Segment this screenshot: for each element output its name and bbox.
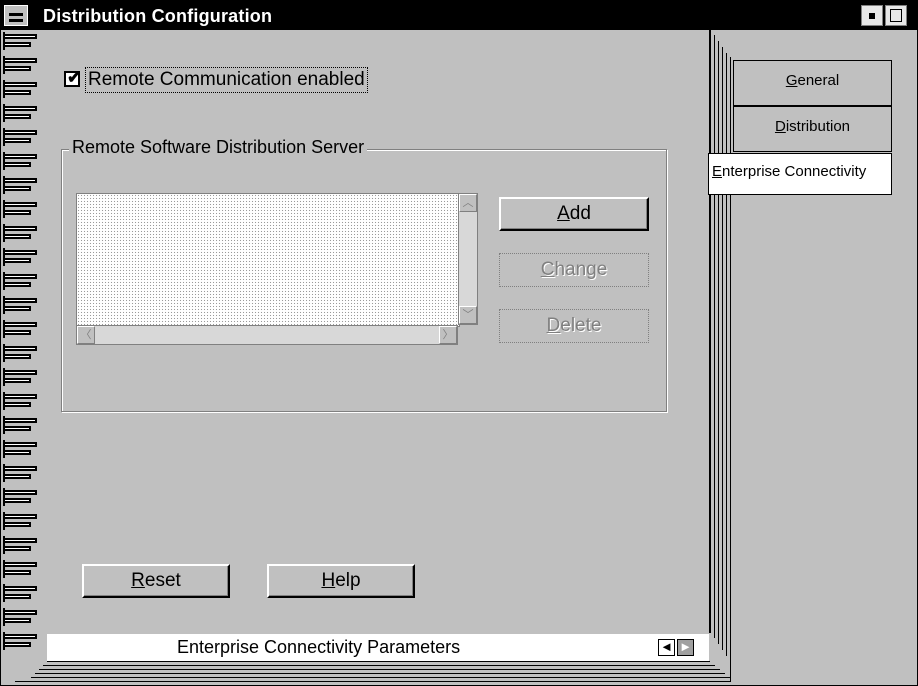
spiral-ring-icon [1, 222, 41, 246]
page-edge [31, 677, 731, 678]
spiral-ring-icon [1, 294, 41, 318]
scroll-down-icon[interactable]: ﹀ [459, 306, 477, 324]
page-edge [718, 41, 719, 644]
page-status-bar: Enterprise Connectivity Parameters ◄ ► [47, 634, 709, 661]
previous-page-arrow-icon[interactable]: ◄ [658, 639, 675, 656]
checkmark-icon: ✔ [67, 68, 82, 87]
spiral-ring-icon [1, 366, 41, 390]
scroll-left-icon[interactable]: 〈 [77, 326, 95, 344]
notebook-spiral-binding [1, 30, 41, 657]
add-button[interactable]: Add [499, 197, 649, 231]
scroll-right-icon[interactable]: 〉 [439, 326, 457, 344]
change-button[interactable]: Change [499, 253, 649, 287]
spiral-ring-icon [1, 390, 41, 414]
spiral-ring-icon [1, 342, 41, 366]
remote-communication-label[interactable]: Remote Communication enabled [85, 67, 368, 93]
spiral-ring-icon [1, 462, 41, 486]
tab-general[interactable]: General [733, 60, 892, 106]
tab-enterprise-connectivity[interactable]: Enterprise Connectivity [708, 153, 892, 195]
spiral-ring-icon [1, 126, 41, 150]
page-edge [726, 53, 727, 656]
spiral-ring-icon [1, 30, 41, 54]
window-title: Distribution Configuration [43, 6, 273, 26]
title-bar[interactable]: Distribution Configuration [1, 1, 917, 30]
server-listbox[interactable] [76, 193, 460, 327]
server-groupbox-title: Remote Software Distribution Server [69, 137, 368, 158]
server-list-vertical-scrollbar[interactable]: ︿ ﹀ [458, 193, 478, 325]
spiral-ring-icon [1, 414, 41, 438]
page-edge [35, 673, 725, 674]
spiral-ring-icon [1, 174, 41, 198]
page-edge [709, 30, 711, 633]
page-status-text: Enterprise Connectivity Parameters [177, 637, 461, 657]
spiral-ring-icon [1, 510, 41, 534]
tab-distribution[interactable]: Distribution [733, 106, 892, 152]
minimize-icon[interactable] [861, 5, 883, 26]
help-button[interactable]: Help [267, 564, 415, 598]
next-page-arrow-icon[interactable]: ► [677, 639, 694, 656]
spiral-ring-icon [1, 438, 41, 462]
scroll-up-icon[interactable]: ︿ [459, 194, 477, 212]
page-edge [722, 47, 723, 650]
spiral-ring-icon [1, 102, 41, 126]
notebook-window: Distribution Configuration ✔ Remote Comm… [0, 0, 918, 686]
page-edge [39, 669, 720, 670]
page-edge [730, 57, 731, 681]
remote-communication-checkbox[interactable]: ✔ [64, 68, 82, 87]
spiral-ring-icon [1, 606, 41, 630]
page-edge [15, 681, 731, 682]
spiral-ring-icon [1, 630, 41, 654]
page-edge [43, 665, 715, 666]
page-edge [714, 35, 715, 638]
spiral-ring-icon [1, 558, 41, 582]
spiral-ring-icon [1, 54, 41, 78]
spiral-ring-icon [1, 78, 41, 102]
spiral-ring-icon [1, 150, 41, 174]
page-edge [47, 661, 710, 662]
spiral-ring-icon [1, 246, 41, 270]
spiral-ring-icon [1, 486, 41, 510]
server-list-horizontal-scrollbar[interactable]: 〈 〉 [76, 325, 458, 345]
system-menu-icon[interactable] [4, 5, 28, 26]
spiral-ring-icon [1, 582, 41, 606]
spiral-ring-icon [1, 270, 41, 294]
reset-button[interactable]: Reset [82, 564, 230, 598]
maximize-icon[interactable] [885, 5, 907, 26]
delete-button[interactable]: Delete [499, 309, 649, 343]
spiral-ring-icon [1, 318, 41, 342]
spiral-ring-icon [1, 534, 41, 558]
spiral-ring-icon [1, 198, 41, 222]
